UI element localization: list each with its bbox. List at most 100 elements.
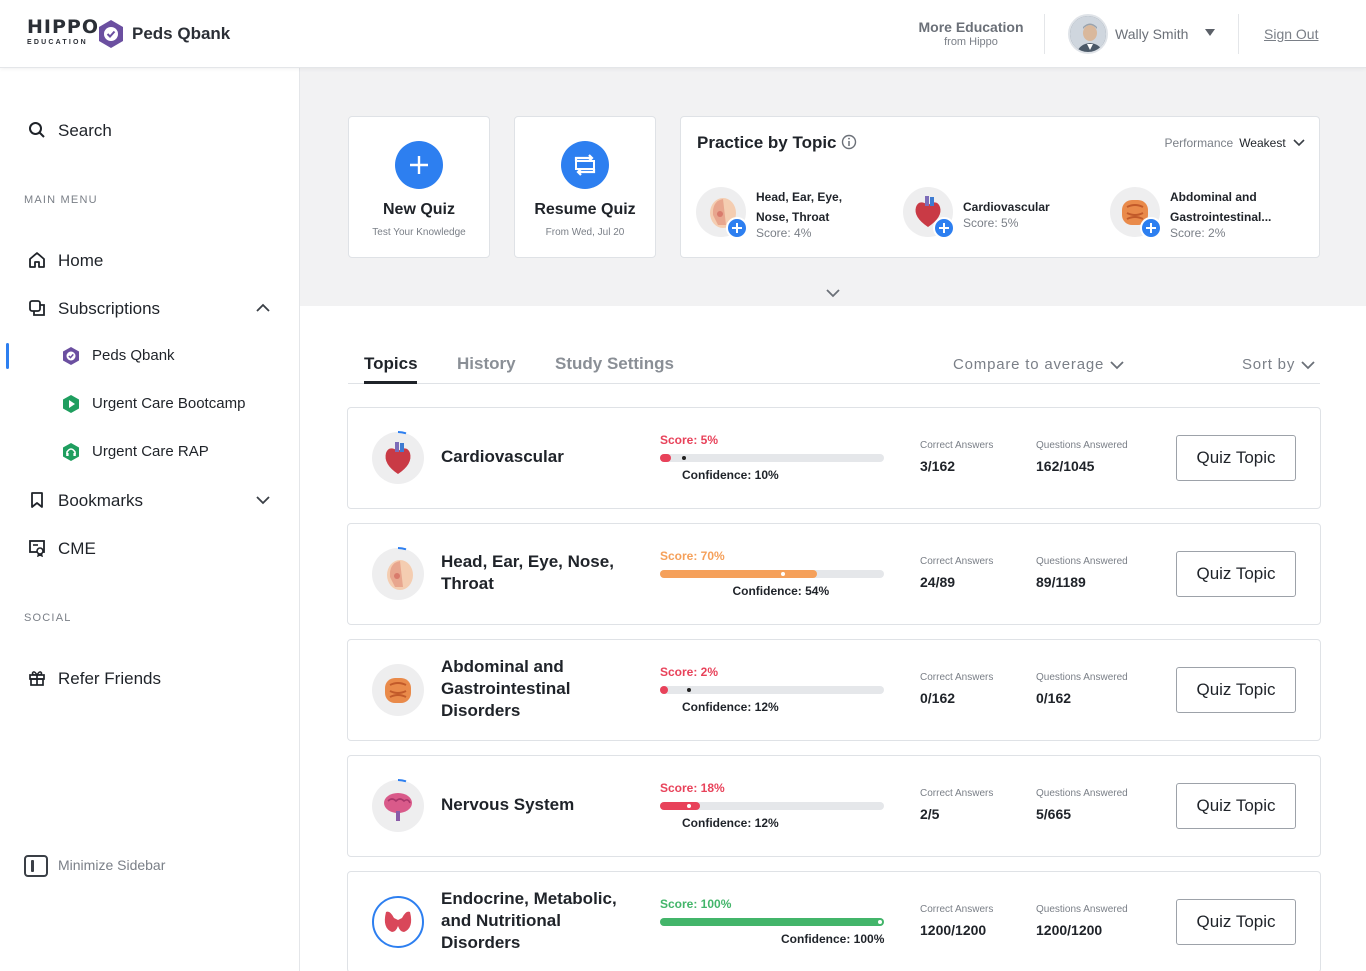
correct-answers-label: Correct Answers <box>920 788 994 799</box>
intestines-icon <box>372 664 424 716</box>
chevron-down-icon <box>1301 361 1315 370</box>
questions-answered-label: Questions Answered <box>1036 904 1128 915</box>
sidebar-item-subscriptions[interactable]: Subscriptions <box>58 299 160 319</box>
sidebar-item-search[interactable]: Search <box>58 121 112 141</box>
new-quiz-title: New Quiz <box>382 201 455 218</box>
performance-value: Weakest <box>1239 136 1286 150</box>
topic-name: Nervous System <box>441 795 575 814</box>
compare-to-average-dropdown[interactable]: Compare to average <box>953 356 1124 373</box>
topic-name: Abdominal and Gastrointestinal Disorders <box>441 657 571 720</box>
topic-progress-arc <box>397 547 407 551</box>
peds-qbank-hex-icon <box>63 347 79 365</box>
thyroid-icon <box>372 896 424 948</box>
practice-topic-name: Abdominal and Gastrointestinal... <box>1170 190 1272 224</box>
cme-certificate-icon <box>29 540 45 557</box>
user-name[interactable]: Wally Smith <box>1115 26 1188 42</box>
expand-chevron-icon[interactable] <box>824 286 842 300</box>
active-indicator <box>6 343 9 369</box>
sidebar-item-home[interactable]: Home <box>58 251 103 271</box>
home-icon <box>29 252 45 268</box>
active-tab-underline <box>364 381 417 384</box>
compare-to-average-label: Compare to average <box>953 356 1105 373</box>
confidence-marker <box>686 688 691 692</box>
topic-name: Endocrine, Metabolic, and Nutritional Di… <box>441 889 617 952</box>
performance-filter[interactable]: Performance Weakest <box>1164 136 1305 150</box>
tab-history[interactable]: History <box>457 354 516 374</box>
correct-answers-value: 2/5 <box>920 806 940 822</box>
performance-label: Performance <box>1164 136 1234 150</box>
more-education-sub: from Hippo <box>944 36 998 48</box>
questions-answered-label: Questions Answered <box>1036 556 1128 567</box>
score-bar <box>660 918 884 926</box>
score-bar-fill <box>660 802 701 810</box>
quiz-topic-button[interactable]: Quiz Topic <box>1176 551 1296 597</box>
correct-answers-value: 0/162 <box>920 690 956 706</box>
peds-qbank-hex-icon <box>99 20 123 48</box>
topic-progress-arc <box>397 779 407 783</box>
sidebar: Search MAIN MENU Home Subscriptions Peds… <box>0 68 300 971</box>
logo-sub-text: EDUCATION <box>27 39 88 46</box>
questions-answered-label: Questions Answered <box>1036 440 1128 451</box>
correct-answers-value: 3/162 <box>920 458 956 474</box>
add-topic-icon[interactable] <box>726 217 748 239</box>
topic-score: Score: 70% <box>660 549 725 563</box>
info-icon[interactable] <box>841 134 857 150</box>
search-icon <box>29 122 45 138</box>
questions-answered-value: 89/1189 <box>1036 574 1086 590</box>
user-menu-caret-icon[interactable] <box>1205 29 1215 36</box>
tab-study-settings[interactable]: Study Settings <box>555 354 674 374</box>
avatar-portrait-icon <box>1070 16 1106 52</box>
questions-answered-label: Questions Answered <box>1036 788 1128 799</box>
add-topic-icon[interactable] <box>1140 217 1162 239</box>
add-topic-icon[interactable] <box>933 217 955 239</box>
sidebar-item-urgent-care-bootcamp[interactable]: Urgent Care Bootcamp <box>92 395 245 412</box>
bookmark-icon <box>31 492 43 508</box>
resume-quiz-title: Resume Quiz <box>534 201 636 218</box>
more-education-title: More Education <box>918 19 1024 35</box>
hippo-logo[interactable]: HIPPO EDUCATION <box>27 18 99 47</box>
social-heading: SOCIAL <box>24 612 72 624</box>
quiz-topic-button[interactable]: Quiz Topic <box>1176 667 1296 713</box>
correct-answers-label: Correct Answers <box>920 556 994 567</box>
new-quiz-card[interactable]: New Quiz Test Your Knowledge <box>348 116 490 258</box>
more-education-link[interactable]: More Education from Hippo <box>906 19 1036 48</box>
quiz-topic-button[interactable]: Quiz Topic <box>1176 435 1296 481</box>
chevron-up-icon[interactable] <box>255 300 271 316</box>
score-bar-fill <box>660 686 668 694</box>
sidebar-item-refer-friends[interactable]: Refer Friends <box>58 669 161 689</box>
sidebar-item-cme[interactable]: CME <box>58 539 96 559</box>
main-menu-heading: MAIN MENU <box>24 194 98 206</box>
sidebar-item-urgent-care-rap[interactable]: Urgent Care RAP <box>92 443 209 460</box>
confidence-marker <box>682 456 687 460</box>
plus-icon <box>395 141 443 189</box>
score-bar-fill <box>660 918 884 926</box>
practice-topic-name: Head, Ear, Eye, Nose, Throat <box>756 190 843 224</box>
score-bar-fill <box>660 570 817 578</box>
top-header: HIPPO EDUCATION Peds Qbank More Educatio… <box>0 0 1366 68</box>
gift-icon <box>29 671 45 686</box>
resume-quiz-card[interactable]: Resume Quiz From Wed, Jul 20 <box>514 116 656 258</box>
user-avatar[interactable] <box>1068 14 1108 54</box>
sort-by-dropdown[interactable]: Sort by <box>1242 356 1315 373</box>
topic-score: Score: 5% <box>660 433 719 447</box>
table-row: Endocrine, Metabolic, and Nutritional Di… <box>347 871 1321 971</box>
confidence-marker <box>878 920 882 924</box>
topic-confidence: Confidence: 100% <box>781 932 885 946</box>
chevron-down-icon[interactable] <box>255 492 271 508</box>
correct-answers-label: Correct Answers <box>920 672 994 683</box>
practice-by-topic-card: Practice by Topic Performance Weakest Hea… <box>680 116 1320 258</box>
sidebar-item-bookmarks[interactable]: Bookmarks <box>58 491 143 511</box>
sign-out-link[interactable]: Sign Out <box>1264 26 1318 42</box>
resume-arrows-icon <box>561 141 609 189</box>
correct-answers-label: Correct Answers <box>920 440 994 451</box>
topic-name: Head, Ear, Eye, Nose, Throat <box>441 552 614 593</box>
new-quiz-subtitle: Test Your Knowledge <box>372 227 466 238</box>
sidebar-item-peds-qbank[interactable]: Peds Qbank <box>92 347 175 364</box>
score-bar <box>660 802 884 810</box>
chevron-down-icon <box>1293 139 1305 147</box>
tab-topics[interactable]: Topics <box>364 354 418 374</box>
practice-topic-score: Score: 5% <box>963 216 1019 230</box>
quiz-topic-button[interactable]: Quiz Topic <box>1176 783 1296 829</box>
quiz-topic-button[interactable]: Quiz Topic <box>1176 899 1296 945</box>
topic-score: Score: 2% <box>660 665 719 679</box>
